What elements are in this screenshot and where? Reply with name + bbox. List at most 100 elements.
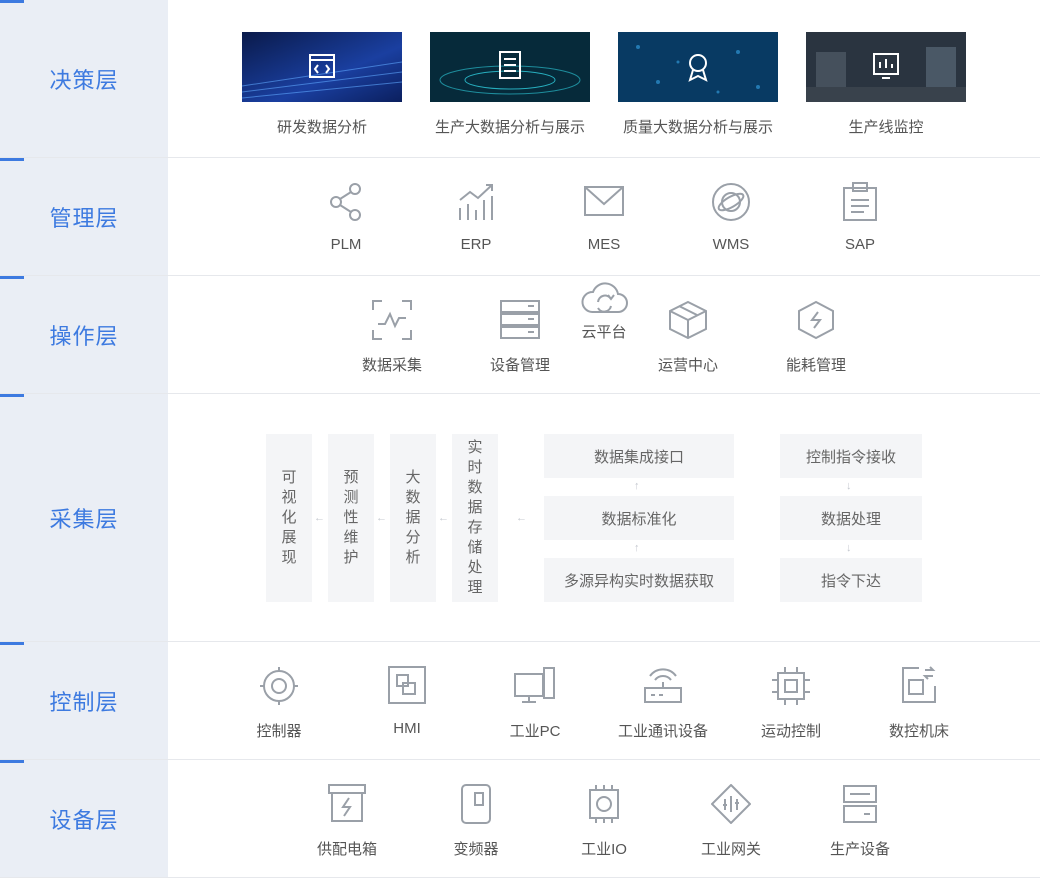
- hmi-label: HMI: [393, 720, 421, 737]
- mail-icon: [584, 186, 624, 216]
- cube-icon: [669, 300, 707, 340]
- command-receive-box[interactable]: 控制指令接收: [780, 434, 922, 478]
- multi-source-box[interactable]: 多源异构实时数据获取: [544, 558, 734, 602]
- operation-center-label: 运营中心: [657, 357, 718, 374]
- layer-title: 管理层: [49, 205, 119, 231]
- data-integration-box[interactable]: 数据集成接口: [544, 434, 734, 478]
- planet-icon: [712, 183, 750, 221]
- line-monitor-banner: [806, 32, 966, 102]
- trend-chart-icon: [459, 184, 493, 220]
- data-integration-label: 数据集成接口: [593, 448, 684, 466]
- data-standardization-box[interactable]: 数据标准化: [544, 496, 734, 540]
- industrial-pc-label: 工业PC: [509, 723, 561, 740]
- layer-accent-bar: [0, 0, 24, 3]
- arrow-left-icon: ←: [376, 512, 387, 524]
- plm-label: PLM: [330, 236, 362, 253]
- control-layer: 控制层 控制器 HMI 工业PC 工业通讯设备 运动控制 数控机床: [0, 642, 1040, 760]
- command-receive-label: 控制指令接收: [805, 448, 896, 466]
- collection-layer: 采集层 可视化展现 ← 预测性维护 ← 大数据分析 ← 实时数据存储处理 ← 数…: [0, 394, 1040, 642]
- cloud-sync-icon: [581, 282, 628, 313]
- layer-title: 控制层: [49, 689, 119, 715]
- data-processing-label: 数据处理: [820, 510, 881, 528]
- arrow-down-icon: ↓: [846, 542, 852, 554]
- mes-label: MES: [587, 236, 621, 253]
- layer-title: 设备层: [49, 807, 119, 833]
- power-box-icon: [328, 784, 366, 822]
- pc-icon: [514, 667, 555, 703]
- realtime-storage-box[interactable]: 实时数据存储处理: [452, 434, 498, 602]
- bigdata-analysis-box[interactable]: 大数据分析: [390, 434, 436, 602]
- motion-control-label: 运动控制: [760, 723, 821, 740]
- sap-label: SAP: [844, 236, 875, 253]
- layer-title: 采集层: [49, 506, 119, 532]
- data-collection-label: 数据采集: [361, 357, 422, 374]
- layer-accent-bar: [0, 276, 24, 279]
- equipment-icon: [843, 785, 877, 823]
- multi-source-label: 多源异构实时数据获取: [563, 572, 714, 590]
- control-layer-body: 控制器 HMI 工业PC 工业通讯设备 运动控制 数控机床: [168, 642, 1040, 759]
- production-bigdata-image[interactable]: [430, 32, 590, 102]
- realtime-storage-label: 实时数据存储处理: [467, 439, 483, 596]
- collection-layer-label: 采集层: [0, 394, 168, 641]
- arrow-down-icon: ↓: [846, 480, 852, 492]
- industrial-comm-label: 工业通讯设备: [617, 723, 708, 740]
- management-layer: 管理层 PLM ERP MES WMS SAP: [0, 158, 1040, 276]
- share-icon: [330, 183, 361, 221]
- wms-label: WMS: [712, 236, 750, 253]
- arrow-left-icon: ←: [314, 512, 325, 524]
- device-layer-label: 设备层: [0, 760, 168, 877]
- command-issue-box[interactable]: 指令下达: [780, 558, 922, 602]
- arrow-up-icon: ↑: [634, 480, 640, 492]
- predictive-maintenance-label: 预测性维护: [343, 469, 359, 566]
- chip-icon: [772, 667, 810, 705]
- frequency-converter-label: 变频器: [453, 841, 499, 858]
- router-icon: [644, 668, 682, 703]
- predictive-maintenance-box[interactable]: 预测性维护: [328, 434, 374, 602]
- rd-analysis-image[interactable]: [242, 32, 402, 102]
- data-standardization-label: 数据标准化: [601, 510, 677, 528]
- collection-layer-body: 可视化展现 ← 预测性维护 ← 大数据分析 ← 实时数据存储处理 ← 数据集成接…: [168, 394, 1040, 641]
- gateway-icon: [711, 784, 751, 824]
- operation-layer-label: 操作层: [0, 276, 168, 393]
- hmi-icon: [388, 666, 426, 704]
- line-monitor-image[interactable]: [806, 32, 966, 102]
- layer-title: 决策层: [49, 67, 119, 93]
- visualization-box[interactable]: 可视化展现: [266, 434, 312, 602]
- controller-icon: [260, 667, 298, 705]
- control-layer-label: 控制层: [0, 642, 168, 759]
- layer-accent-bar: [0, 642, 24, 645]
- io-chip-icon: [589, 785, 619, 823]
- cnc-icon: [902, 666, 936, 703]
- management-layer-label: 管理层: [0, 158, 168, 275]
- production-equipment-label: 生产设备: [829, 841, 890, 858]
- cnc-machine-label: 数控机床: [888, 723, 949, 740]
- layer-accent-bar: [0, 394, 24, 397]
- controller-label: 控制器: [256, 723, 302, 740]
- rd-analysis-banner: [242, 32, 402, 102]
- inverter-icon: [461, 784, 491, 824]
- operation-layer-body: 数据采集 设备管理 云平台 运营中心 能耗管理: [168, 276, 1040, 393]
- decision-layer-label: 决策层: [0, 0, 168, 157]
- line-monitor-label: 生产线监控: [848, 119, 924, 136]
- clipboard-icon: [843, 182, 877, 221]
- layer-accent-bar: [0, 158, 24, 161]
- energy-management-label: 能耗管理: [785, 357, 846, 374]
- industrial-io-label: 工业IO: [581, 841, 627, 858]
- quality-bigdata-banner: [618, 32, 778, 102]
- decision-layer-body: 研发数据分析 生产大数据分析与展示 质量大数据分析与展示 生产线监控: [168, 0, 1040, 157]
- server-icon: [500, 300, 540, 339]
- command-issue-label: 指令下达: [820, 572, 881, 590]
- layer-accent-bar: [0, 760, 24, 763]
- operation-layer: 操作层 数据采集 设备管理 云平台 运营中心 能耗管理: [0, 276, 1040, 394]
- device-layer-body: 供配电箱 变频器 工业IO 工业网关 生产设备: [168, 760, 1040, 877]
- layer-title: 操作层: [49, 323, 119, 349]
- industrial-gateway-label: 工业网关: [700, 841, 761, 858]
- arrow-left-icon: ←: [516, 512, 527, 524]
- arrow-up-icon: ↑: [634, 542, 640, 554]
- power-distribution-label: 供配电箱: [316, 841, 377, 858]
- quality-bigdata-image[interactable]: [618, 32, 778, 102]
- visualization-label: 可视化展现: [281, 469, 297, 566]
- data-processing-box[interactable]: 数据处理: [780, 496, 922, 540]
- management-layer-body: PLM ERP MES WMS SAP: [168, 158, 1040, 275]
- production-bigdata-banner: [430, 32, 590, 102]
